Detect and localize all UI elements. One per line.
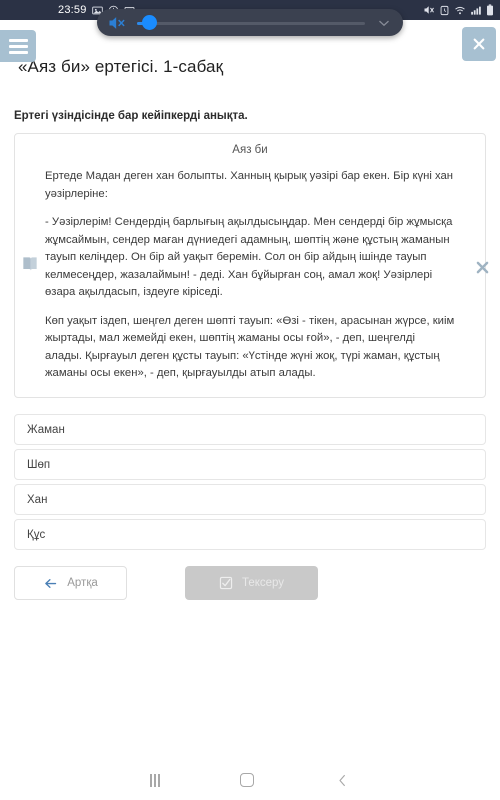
back-button[interactable]: Артқа	[14, 566, 127, 600]
book-icon[interactable]	[20, 254, 40, 274]
text-paragraph: Көп уақыт іздеп, шеңгел деген шөпті тауы…	[45, 314, 455, 380]
back-chevron-icon[interactable]	[335, 773, 350, 788]
close-lesson-button[interactable]	[462, 27, 496, 61]
option-label: Шөп	[27, 458, 51, 471]
option-label: Хан	[27, 493, 48, 506]
volume-overlay-panel[interactable]	[97, 9, 403, 36]
question-prompt: Ертегі үзіндісінде бар кейіпкерді анықта…	[14, 110, 248, 122]
menu-button[interactable]	[0, 30, 36, 62]
wifi-icon	[455, 6, 465, 14]
android-nav-bar	[0, 760, 500, 800]
hamburger-icon	[8, 36, 28, 57]
volume-slider[interactable]	[137, 14, 365, 30]
close-icon	[473, 38, 485, 50]
text-card-heading: Аяз би	[232, 144, 268, 156]
page-title: «Аяз би» ертегісі. 1-сабақ	[18, 57, 224, 76]
status-bar-right	[423, 4, 494, 16]
check-button[interactable]: Тексеру	[185, 566, 318, 600]
status-clock: 23:59	[58, 4, 87, 16]
home-icon[interactable]	[240, 773, 255, 787]
mute-icon	[424, 6, 434, 14]
text-paragraph: Ертеде Мадан деген хан болыпты. Ханның қ…	[45, 170, 454, 200]
volume-slider-track	[137, 21, 365, 25]
option-label: Құс	[27, 528, 46, 541]
close-icon	[476, 261, 488, 273]
checkbox-icon	[219, 576, 233, 590]
answer-options-list: Жаман Шөп Хан Құс	[14, 414, 486, 554]
footer-actions: Артқа Тексеру	[14, 566, 486, 600]
option-row[interactable]: Жаман	[14, 414, 486, 445]
option-label: Жаман	[27, 423, 65, 436]
option-row[interactable]: Шөп	[14, 449, 486, 480]
option-row[interactable]: Құс	[14, 519, 486, 550]
battery-icon	[487, 4, 493, 16]
signal-icon	[471, 6, 481, 15]
text-paragraph: - Уәзірлерім! Сендердің барлығың ақылдыс…	[45, 216, 453, 298]
volume-mute-icon[interactable]	[107, 13, 127, 33]
recents-icon[interactable]	[150, 773, 160, 787]
check-button-label: Тексеру	[241, 577, 285, 589]
chevron-down-icon[interactable]	[375, 14, 393, 32]
dismiss-text-card-button[interactable]	[472, 257, 492, 277]
back-button-label: Артқа	[67, 577, 98, 589]
alarm-icon	[440, 5, 449, 15]
volume-slider-thumb[interactable]	[141, 14, 157, 30]
reading-text-card: Аяз би Ертеде Мадан деген хан болыпты. Х…	[14, 133, 486, 398]
arrow-left-icon	[45, 578, 57, 588]
option-row[interactable]: Хан	[14, 484, 486, 515]
app-root: 23:59 «Аяз би» ертегісі. 1-сабақ Ертегі …	[0, 0, 500, 800]
